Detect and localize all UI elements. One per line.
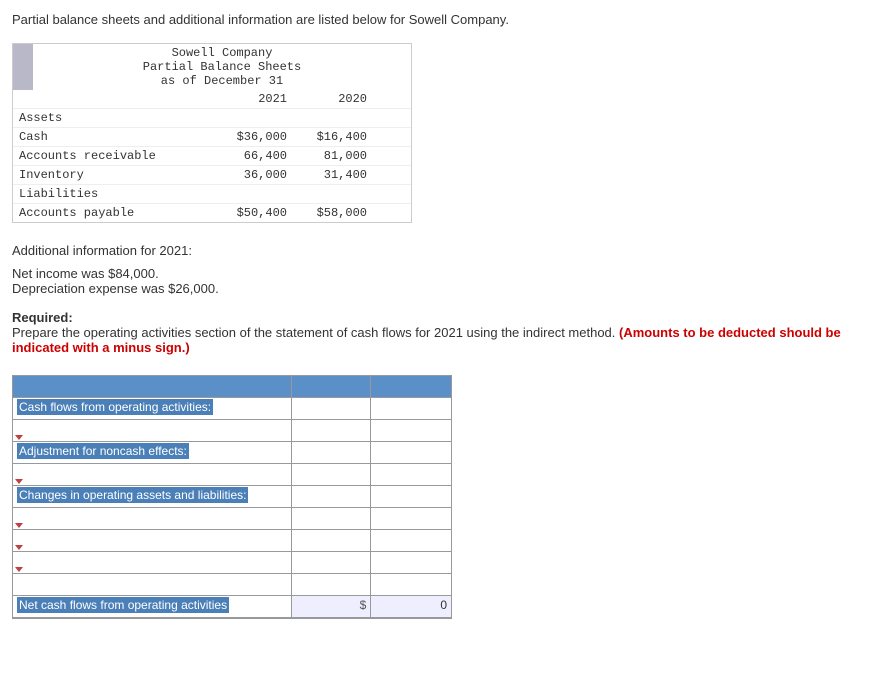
bs-ap-label: Accounts payable bbox=[13, 204, 213, 222]
bs-inv-label: Inventory bbox=[13, 166, 213, 184]
bs-cash-2021: $36,000 bbox=[213, 128, 293, 146]
ws-val-5a[interactable] bbox=[292, 486, 372, 507]
required-text: Prepare the operating activities section… bbox=[12, 325, 619, 340]
bs-title: Partial Balance Sheets bbox=[35, 60, 409, 74]
ws-val-8b[interactable] bbox=[371, 552, 451, 573]
ws-row-cf-ops[interactable]: Cash flows from operating activities: bbox=[13, 398, 292, 419]
balance-sheet-table: Sowell Company Partial Balance Sheets as… bbox=[12, 43, 412, 223]
ws-val-4a[interactable] bbox=[292, 464, 372, 485]
dropdown-icon[interactable] bbox=[15, 545, 23, 550]
bs-year-2021: 2021 bbox=[213, 90, 293, 108]
ws-total-value: 0 bbox=[371, 596, 451, 617]
bs-liab-label: Liabilities bbox=[13, 185, 213, 203]
bs-inv-2020: 31,400 bbox=[293, 166, 373, 184]
ws-val-6a[interactable] bbox=[292, 508, 372, 529]
ws-val-5b[interactable] bbox=[371, 486, 451, 507]
bs-ar-2020: 81,000 bbox=[293, 147, 373, 165]
required-label: Required: bbox=[12, 310, 73, 325]
bs-ap-2020: $58,000 bbox=[293, 204, 373, 222]
ws-val-1a[interactable] bbox=[292, 398, 372, 419]
ws-val-2b[interactable] bbox=[371, 420, 451, 441]
ws-val-9b[interactable] bbox=[371, 574, 451, 595]
bs-year-2020: 2020 bbox=[293, 90, 373, 108]
ws-row-changes-oal[interactable]: Changes in operating assets and liabilit… bbox=[13, 486, 292, 507]
bs-cash-2020: $16,400 bbox=[293, 128, 373, 146]
bs-assets-label: Assets bbox=[13, 109, 213, 127]
ws-val-7b[interactable] bbox=[371, 530, 451, 551]
ws-val-3a[interactable] bbox=[292, 442, 372, 463]
ws-row-blank-6[interactable] bbox=[13, 508, 292, 529]
ws-row-blank-2[interactable] bbox=[13, 420, 292, 441]
ws-val-9a[interactable] bbox=[292, 574, 372, 595]
cashflow-worksheet: Cash flows from operating activities: Ad… bbox=[12, 375, 452, 619]
ws-val-4b[interactable] bbox=[371, 464, 451, 485]
ws-row-net-cf[interactable]: Net cash flows from operating activities bbox=[13, 596, 292, 617]
additional-line2: Depreciation expense was $26,000. bbox=[12, 281, 876, 296]
ws-row-adj-noncash[interactable]: Adjustment for noncash effects: bbox=[13, 442, 292, 463]
bs-cash-label: Cash bbox=[13, 128, 213, 146]
bs-ar-label: Accounts receivable bbox=[13, 147, 213, 165]
dropdown-icon[interactable] bbox=[15, 523, 23, 528]
required-section: Required: Prepare the operating activiti… bbox=[12, 310, 876, 355]
ws-val-6b[interactable] bbox=[371, 508, 451, 529]
ws-header-cell bbox=[13, 376, 292, 397]
additional-line1: Net income was $84,000. bbox=[12, 266, 876, 281]
dropdown-icon[interactable] bbox=[15, 435, 23, 440]
bs-asof: as of December 31 bbox=[35, 74, 409, 88]
intro-text: Partial balance sheets and additional in… bbox=[12, 12, 876, 27]
ws-val-3b[interactable] bbox=[371, 442, 451, 463]
additional-info: Additional information for 2021: Net inc… bbox=[12, 243, 876, 296]
dropdown-icon[interactable] bbox=[15, 479, 23, 484]
bs-inv-2021: 36,000 bbox=[213, 166, 293, 184]
ws-val-1b[interactable] bbox=[371, 398, 451, 419]
ws-row-blank-9[interactable] bbox=[13, 574, 292, 595]
ws-val-2a[interactable] bbox=[292, 420, 372, 441]
ws-total-symbol: $ bbox=[292, 596, 372, 617]
bs-ar-2021: 66,400 bbox=[213, 147, 293, 165]
ws-row-blank-7[interactable] bbox=[13, 530, 292, 551]
additional-heading: Additional information for 2021: bbox=[12, 243, 876, 258]
bs-company: Sowell Company bbox=[35, 46, 409, 60]
ws-row-blank-8[interactable] bbox=[13, 552, 292, 573]
ws-row-blank-4[interactable] bbox=[13, 464, 292, 485]
bs-ap-2021: $50,400 bbox=[213, 204, 293, 222]
ws-val-7a[interactable] bbox=[292, 530, 372, 551]
ws-val-8a[interactable] bbox=[292, 552, 372, 573]
dropdown-icon[interactable] bbox=[15, 567, 23, 572]
